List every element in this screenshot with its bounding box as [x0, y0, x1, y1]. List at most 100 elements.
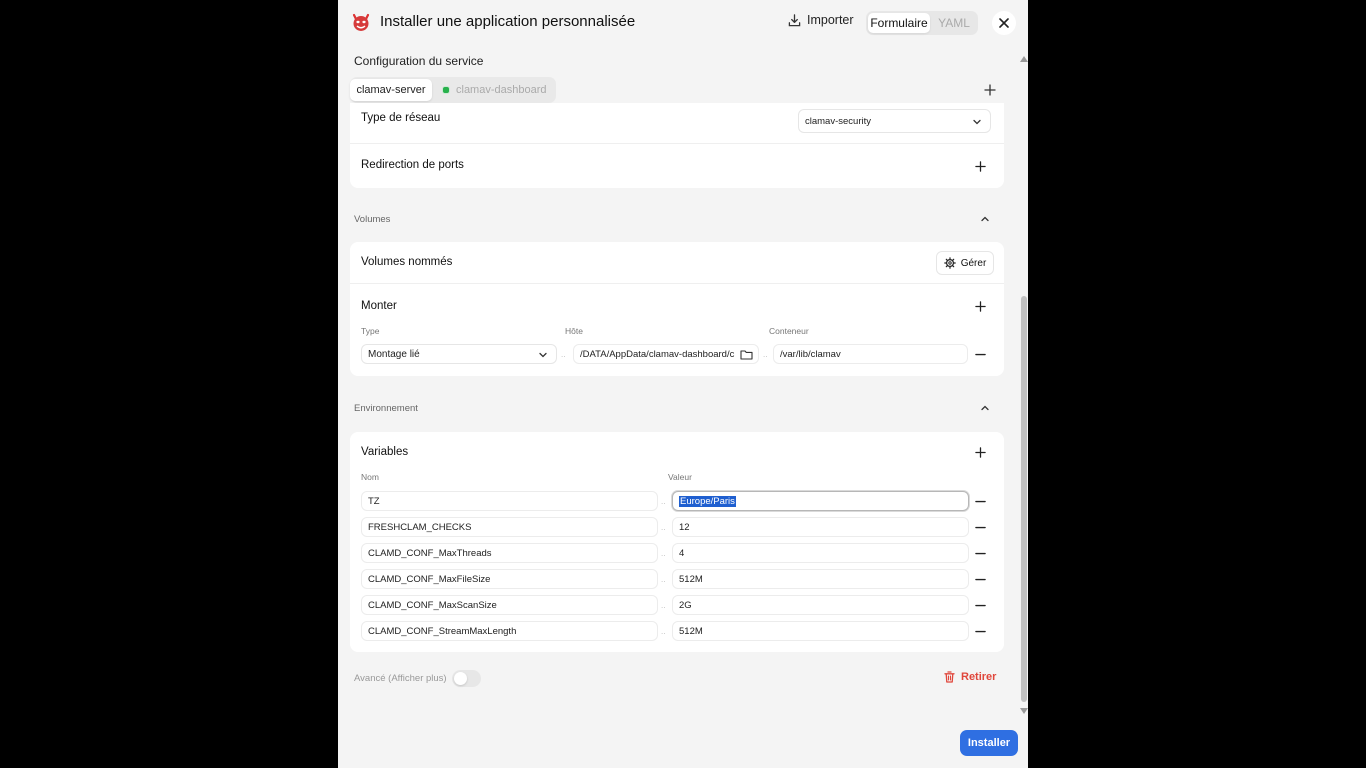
env-name-value: TZ	[368, 496, 380, 507]
col-name-caption: Nom	[361, 472, 379, 482]
environment-card: Variables Nom Valeur TZ .. Europe/Paris …	[350, 432, 1004, 652]
service-tab-clamav-dashboard[interactable]: clamav-dashboard	[442, 79, 552, 101]
install-button[interactable]: Installer	[960, 730, 1018, 756]
dialog-title: Installer une application personnalisée	[380, 13, 636, 30]
env-value-input[interactable]: 2G	[672, 595, 969, 615]
mount-host-input[interactable]: /DATA/AppData/clamav-dashboard/c	[573, 344, 759, 364]
col-container-caption: Conteneur	[769, 326, 809, 336]
mount-container-value: /var/lib/clamav	[780, 349, 841, 360]
import-label: Importer	[807, 13, 854, 27]
plus-icon	[974, 300, 986, 312]
add-mount-button[interactable]	[971, 297, 989, 315]
scroll-up-arrow-icon[interactable]	[1020, 56, 1028, 62]
remove-service-button[interactable]: Retirer	[944, 671, 996, 683]
env-value-input[interactable]: 12	[672, 517, 969, 537]
mount-type-select[interactable]: Montage lié	[361, 344, 557, 364]
env-name-value: CLAMD_CONF_MaxFileSize	[368, 574, 491, 585]
gear-icon	[943, 257, 956, 269]
scrollbar[interactable]	[1018, 56, 1028, 716]
add-variable-button[interactable]	[971, 443, 989, 461]
app-logo-icon	[352, 13, 370, 31]
env-value-input[interactable]: Europe/Paris	[672, 491, 969, 511]
folder-icon[interactable]	[740, 349, 753, 360]
separator: ..	[763, 350, 768, 359]
chevron-up-icon[interactable]	[980, 214, 990, 224]
remove-label: Retirer	[961, 671, 997, 683]
volumes-section-title: Volumes	[354, 214, 391, 225]
mount-host-value: /DATA/AppData/clamav-dashboard/c	[580, 349, 735, 360]
add-service-icon[interactable]	[984, 84, 996, 96]
env-name-value: CLAMD_CONF_MaxThreads	[368, 548, 492, 559]
named-volumes-label: Volumes nommés	[361, 256, 453, 268]
env-value-input[interactable]: 4	[672, 543, 969, 563]
mode-form-tab[interactable]: Formulaire	[868, 13, 930, 33]
minus-icon	[974, 552, 986, 554]
plus-icon	[974, 446, 986, 458]
minus-icon	[974, 500, 986, 502]
env-value-value: 2G	[679, 600, 692, 611]
import-button[interactable]: Importer	[788, 13, 854, 27]
add-port-button[interactable]	[971, 157, 989, 175]
separator: ..	[661, 523, 666, 532]
mode-yaml-tab[interactable]: YAML	[932, 13, 976, 33]
separator: ..	[661, 627, 666, 636]
env-name-input[interactable]: CLAMD_CONF_StreamMaxLength	[361, 621, 658, 641]
separator: ..	[661, 497, 666, 506]
remove-mount-button[interactable]	[971, 345, 989, 363]
chevron-up-icon[interactable]	[980, 403, 990, 413]
remove-variable-button[interactable]	[971, 518, 989, 536]
toggle-knob	[454, 672, 467, 685]
service-tabs: clamav-server clamav-dashboard	[350, 77, 556, 103]
remove-variable-button[interactable]	[971, 622, 989, 640]
close-button[interactable]	[992, 11, 1016, 35]
manage-label: Gérer	[960, 257, 987, 269]
env-name-input[interactable]: CLAMD_CONF_MaxScanSize	[361, 595, 658, 615]
service-tab-clamav-server[interactable]: clamav-server	[350, 79, 432, 101]
environment-section-title: Environnement	[354, 403, 418, 414]
minus-icon	[974, 353, 986, 355]
mount-label: Monter	[361, 300, 397, 312]
env-name-input[interactable]: FRESHCLAM_CHECKS	[361, 517, 658, 537]
env-name-input[interactable]: CLAMD_CONF_MaxThreads	[361, 543, 658, 563]
remove-variable-button[interactable]	[971, 544, 989, 562]
remove-variable-button[interactable]	[971, 570, 989, 588]
env-value-input[interactable]: 512M	[672, 621, 969, 641]
trash-icon	[944, 671, 955, 683]
col-value-caption: Valeur	[668, 472, 692, 482]
mode-switch: Formulaire YAML	[866, 11, 978, 35]
scroll-down-arrow-icon[interactable]	[1020, 708, 1028, 714]
download-icon	[788, 13, 801, 26]
env-name-input[interactable]: TZ	[361, 491, 658, 511]
minus-icon	[974, 630, 986, 632]
variables-label: Variables	[361, 446, 409, 458]
minus-icon	[974, 604, 986, 606]
install-custom-app-dialog: Installer une application personnalisée …	[338, 0, 1028, 768]
advanced-toggle[interactable]	[452, 670, 481, 687]
remove-variable-button[interactable]	[971, 596, 989, 614]
env-name-value: CLAMD_CONF_StreamMaxLength	[368, 626, 517, 637]
mount-container-input[interactable]: /var/lib/clamav	[773, 344, 968, 364]
env-name-value: CLAMD_CONF_MaxScanSize	[368, 600, 497, 611]
network-type-select[interactable]: clamav-security	[798, 109, 991, 133]
chevron-down-icon	[539, 352, 547, 358]
manage-volumes-button[interactable]: Gérer	[936, 251, 994, 275]
env-value-value: 512M	[679, 626, 703, 637]
network-type-label: Type de réseau	[361, 112, 441, 124]
minus-icon	[974, 578, 986, 580]
advanced-label: Avancé (Afficher plus)	[354, 673, 447, 684]
env-value-value: Europe/Paris	[679, 496, 736, 507]
env-value-value: 512M	[679, 574, 703, 585]
separator: ..	[561, 350, 566, 359]
plus-icon	[974, 160, 986, 172]
env-name-input[interactable]: CLAMD_CONF_MaxFileSize	[361, 569, 658, 589]
remove-variable-button[interactable]	[971, 492, 989, 510]
env-value-value: 4	[679, 548, 685, 559]
scrollbar-thumb[interactable]	[1021, 296, 1027, 702]
status-dot-icon	[442, 86, 450, 94]
separator: ..	[661, 549, 666, 558]
env-value-input[interactable]: 512M	[672, 569, 969, 589]
close-icon	[999, 18, 1009, 28]
col-type-caption: Type	[361, 326, 380, 336]
service-tab-label: clamav-dashboard	[456, 84, 547, 96]
env-value-value: 12	[679, 522, 690, 533]
